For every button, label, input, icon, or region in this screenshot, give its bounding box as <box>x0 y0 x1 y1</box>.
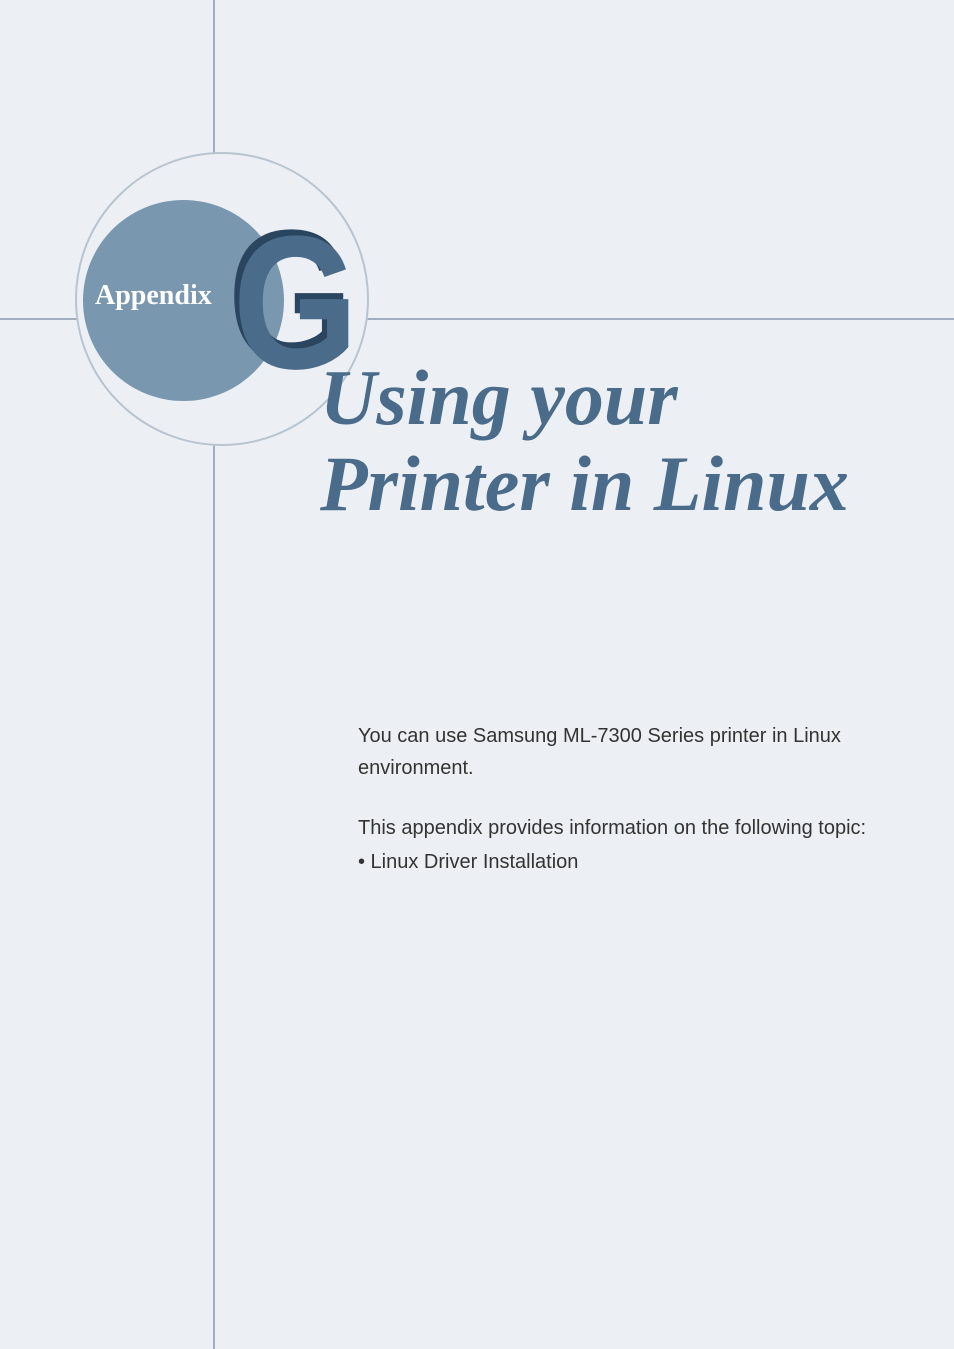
intro-paragraph: You can use Samsung ML-7300 Series print… <box>358 720 898 784</box>
topic-intro: This appendix provides information on th… <box>358 812 898 844</box>
appendix-letter-text: G <box>233 197 354 409</box>
appendix-label: Appendix <box>95 280 212 312</box>
title-line-2: Printer in Linux <box>320 441 849 527</box>
bullet-item-1: • Linux Driver Installation <box>358 846 898 878</box>
body-content: You can use Samsung ML-7300 Series print… <box>358 720 898 878</box>
title-line-1: Using your <box>320 355 849 441</box>
page-title: Using your Printer in Linux <box>320 355 849 527</box>
appendix-letter: G <box>233 208 354 398</box>
